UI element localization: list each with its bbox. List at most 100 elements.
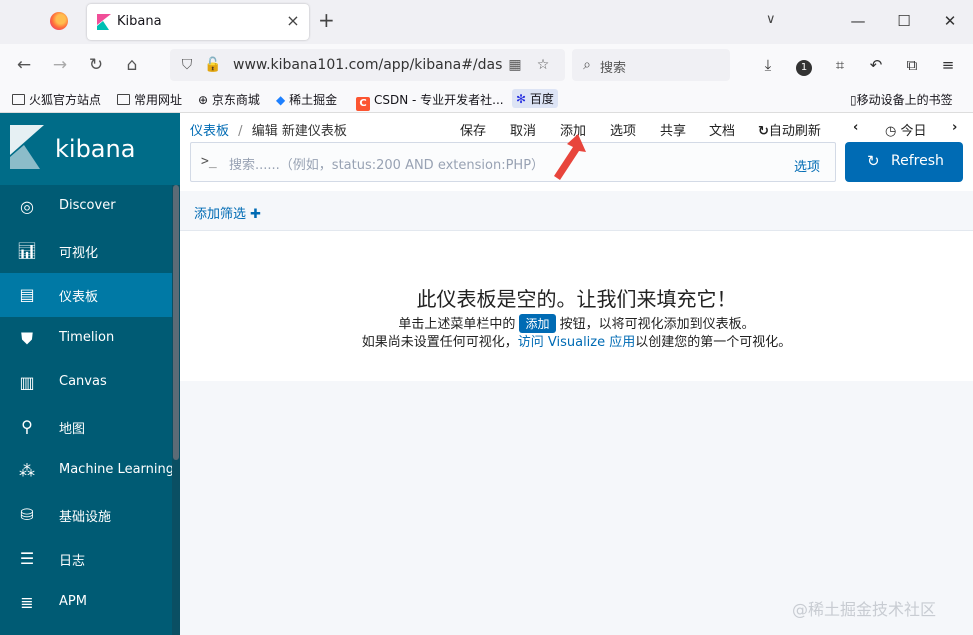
browser-tab-kibana[interactable]: Kibana × (87, 4, 309, 40)
bookmark-item-baidu[interactable]: ✻ 百度 (512, 89, 558, 108)
empty-dashboard-panel: 此仪表板是空的。让我们来填充它！ 单击上述菜单栏中的 添加 按钮，以将可视化添加… (180, 231, 973, 381)
empty-hint-line2: 如果尚未设置任何可视化，访问 Visualize 应用以创建您的第一个可视化。 (361, 335, 792, 350)
query-options-button[interactable]: 选项 (794, 156, 820, 175)
nav-item-dashboard[interactable]: ▤ 仪表板 (0, 273, 172, 317)
mobile-bookmarks[interactable]: ▯移动设备上的书签 (850, 91, 953, 108)
infra-icon: ⛁ (20, 505, 34, 524)
globe-icon: ⊕ (198, 93, 209, 107)
bookmark-star-icon[interactable]: ☆ (534, 56, 552, 74)
nav-item-machine-learning[interactable]: ⁂ Machine Learning (0, 449, 174, 493)
time-picker[interactable]: ◷ 今日 (885, 120, 927, 139)
query-input[interactable]: >_ 搜索......（例如，status:200 AND extension:… (190, 142, 836, 182)
query-prompt: >_ (201, 154, 217, 169)
refresh-icon: ↻ (867, 152, 880, 170)
menu-auto-refresh[interactable]: ↻自动刷新 (758, 120, 821, 139)
map-icon: ⚲ (21, 417, 33, 436)
window-close-icon[interactable]: ✕ (940, 10, 960, 32)
firefox-logo-icon[interactable] (50, 12, 68, 30)
browser-tab-strip: Kibana × + ∨ — ☐ ✕ (0, 0, 973, 44)
lock-icon[interactable]: 🔓 (204, 56, 222, 74)
baidu-paw-icon: ✻ (516, 92, 527, 106)
clock-icon: ◷ (885, 124, 897, 139)
undo-icon[interactable]: ↶ (864, 52, 888, 78)
nav-item-logs[interactable]: ☰ 日志 (0, 537, 172, 581)
sidebar-scroll-thumb[interactable] (173, 185, 179, 460)
folder-icon (12, 94, 25, 105)
refresh-cycle-icon: ↻ (758, 124, 769, 139)
kibana-main: 仪表板 / 编辑 新建仪表板 保存 取消 添加 选项 共享 文档 ↻自动刷新 ‹… (180, 113, 973, 635)
menu-docs[interactable]: 文档 (709, 120, 735, 139)
kibana-favicon-icon (97, 14, 111, 30)
juejin-icon: ◆ (276, 93, 286, 107)
shield-icon: ⛊ (20, 329, 33, 348)
menu-options[interactable]: 选项 (610, 120, 636, 139)
search-icon: ⌕ (583, 57, 591, 73)
nav-item-timelion[interactable]: ⛊ Timelion (0, 317, 172, 361)
time-next-chevron-icon[interactable]: › (952, 120, 957, 135)
tab-list-chevron-icon[interactable]: ∨ (766, 12, 776, 27)
new-tab-button[interactable]: + (318, 10, 335, 30)
empty-title: 此仪表板是空的。让我们来填充它！ (416, 287, 737, 311)
chart-icon: 📊︎ (16, 241, 38, 260)
nav-item-visualize[interactable]: 📊︎ 可视化 (0, 229, 172, 273)
nav-item-canvas[interactable]: ▥ Canvas (0, 361, 172, 405)
menu-save[interactable]: 保存 (460, 120, 486, 139)
bookmarks-bar: 火狐官方站点 常用网址 ⊕ 京东商城 ◆ 稀土掘金 C CSDN - 专业开发者社… (0, 86, 973, 113)
plus-icon: ✚ (250, 207, 262, 222)
bookmark-item[interactable]: ⊕ 京东商城 (198, 91, 260, 108)
breadcrumb-dashboard[interactable]: 仪表板 (190, 124, 229, 139)
qr-code-icon[interactable]: ▦ (506, 56, 524, 74)
canvas-icon: ▥ (19, 373, 35, 392)
menu-cancel[interactable]: 取消 (510, 120, 536, 139)
browser-nav-bar: ← → ↻ ⌂ ⛉ 🔓 www.kibana101.com/app/kibana… (0, 44, 973, 86)
maximize-icon[interactable]: ☐ (894, 10, 914, 32)
bookmark-item[interactable]: 火狐官方站点 (12, 91, 101, 108)
home-icon[interactable]: ⌂ (119, 52, 145, 78)
search-box[interactable]: ⌕ 搜索 (572, 49, 730, 81)
time-prev-chevron-icon[interactable]: ‹ (853, 120, 858, 135)
breadcrumb: 仪表板 / 编辑 新建仪表板 (190, 124, 347, 139)
nav-item-discover[interactable]: ◎ Discover (0, 185, 172, 229)
bookmark-item[interactable]: 常用网址 (117, 91, 182, 108)
tab-close-icon[interactable]: × (283, 10, 303, 32)
visualize-app-link[interactable]: 访问 Visualize 应用 (518, 335, 636, 350)
back-icon[interactable]: ← (11, 52, 37, 78)
logs-icon: ☰ (19, 549, 35, 568)
account-badge-icon[interactable]: 1 (792, 52, 816, 78)
compass-icon: ◎ (20, 197, 34, 216)
kibana-sidebar: kibana ◎ Discover 📊︎ 可视化 ▤ 仪表板 ⛊ Timelio… (0, 113, 180, 635)
mobile-icon: ▯ (850, 93, 857, 107)
ml-icon: ⁂ (19, 461, 35, 480)
download-icon[interactable]: ⤓ (756, 52, 780, 78)
apm-icon: ≣ (20, 593, 34, 612)
nav-item-maps[interactable]: ⚲ 地图 (0, 405, 172, 449)
query-placeholder: 搜索......（例如，status:200 AND extension:PHP… (229, 158, 545, 173)
forward-icon[interactable]: → (47, 52, 73, 78)
kibana-logo-icon (10, 125, 44, 169)
extensions-icon[interactable]: ⧉ (900, 52, 924, 78)
shield-icon[interactable]: ⛉ (178, 56, 196, 74)
kibana-nav-list: ◎ Discover 📊︎ 可视化 ▤ 仪表板 ⛊ Timelion ▥ Can… (0, 185, 180, 635)
kibana-logo-area[interactable]: kibana (0, 113, 180, 185)
empty-hint-line1: 单击上述菜单栏中的 添加 按钮，以将可视化添加到仪表板。 (180, 313, 973, 333)
menu-icon[interactable]: ≡ (936, 52, 960, 78)
bookmark-item[interactable]: ◆ 稀土掘金 (276, 91, 337, 108)
refresh-button[interactable]: ↻ Refresh (845, 142, 963, 182)
menu-share[interactable]: 共享 (660, 120, 686, 139)
crop-icon[interactable]: ⌗ (828, 52, 852, 78)
breadcrumb-current: 编辑 新建仪表板 (251, 124, 347, 139)
url-text[interactable]: www.kibana101.com/app/kibana#/dashbo (233, 57, 503, 73)
csdn-icon: C (356, 97, 370, 111)
url-bar[interactable]: ⛉ 🔓 www.kibana101.com/app/kibana#/dashbo… (170, 49, 565, 81)
minimize-icon[interactable]: — (848, 10, 868, 32)
add-filter-button[interactable]: 添加筛选 ✚ (194, 203, 261, 222)
annotation-arrow-icon (554, 134, 586, 180)
nav-item-apm[interactable]: ≣ APM (0, 581, 172, 625)
reload-icon[interactable]: ↻ (83, 52, 109, 78)
search-placeholder: 搜索 (600, 61, 627, 76)
watermark: @稀土掘金技术社区 (792, 600, 937, 619)
filter-bar: 添加筛选 ✚ (180, 191, 973, 231)
nav-item-infrastructure[interactable]: ⛁ 基础设施 (0, 493, 172, 537)
bookmark-item[interactable]: C CSDN - 专业开发者社... (356, 91, 504, 111)
tab-title: Kibana (117, 14, 162, 29)
